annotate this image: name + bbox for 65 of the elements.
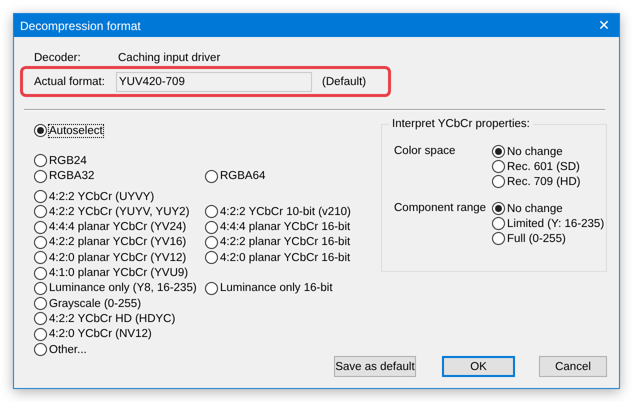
format-option[interactable]: 4:2:2 YCbCr 10-bit (v210) xyxy=(220,206,351,218)
radio-button[interactable] xyxy=(34,282,47,295)
actual-format-label: Actual format: xyxy=(34,76,106,88)
property-option[interactable]: Rec. 709 (HD) xyxy=(507,176,580,188)
radio-button[interactable] xyxy=(492,202,505,215)
format-option[interactable]: Luminance only (Y8, 16-235) xyxy=(49,282,197,294)
radio-button[interactable] xyxy=(205,251,218,264)
radio-button[interactable] xyxy=(492,160,505,173)
radio-button[interactable] xyxy=(34,312,47,326)
group-title: Interpret YCbCr properties: xyxy=(391,118,531,130)
format-option[interactable]: 4:2:2 YCbCr HD (HDYC) xyxy=(49,312,176,325)
decoder-value: Caching input driver xyxy=(118,52,220,64)
format-option[interactable]: RGBA64 xyxy=(220,170,266,182)
property-option[interactable]: Rec. 601 (SD) xyxy=(507,160,580,172)
radio-button[interactable] xyxy=(34,266,47,280)
dialog-button[interactable]: Save as default xyxy=(334,356,416,377)
property-label: Color space xyxy=(394,144,456,159)
format-option[interactable]: 4:4:4 planar YCbCr (YV24) xyxy=(49,221,186,234)
actual-format-field[interactable]: YUV420-709 xyxy=(116,72,312,92)
dialog-button[interactable]: OK xyxy=(442,356,515,377)
format-option[interactable]: 4:2:2 YCbCr (YUYV, YUY2) xyxy=(49,206,190,218)
format-option[interactable]: 4:2:0 planar YCbCr 16-bit xyxy=(220,252,350,264)
radio-button[interactable] xyxy=(34,251,47,264)
format-option[interactable]: 4:1:0 planar YCbCr (YVU9) xyxy=(49,267,188,280)
close-button[interactable]: ✕ xyxy=(589,14,619,37)
format-option[interactable]: Luminance only 16-bit xyxy=(220,282,333,294)
radio-button[interactable] xyxy=(34,328,47,341)
format-option[interactable]: 4:2:2 planar YCbCr 16-bit xyxy=(220,236,350,248)
format-option[interactable]: Grayscale (0-255) xyxy=(49,298,142,310)
dialog-button[interactable]: Cancel xyxy=(539,356,607,377)
radio-button[interactable] xyxy=(205,170,218,183)
format-option[interactable]: 4:2:2 YCbCr (UYVY) xyxy=(49,190,154,203)
radio-button[interactable] xyxy=(205,205,218,218)
radio-button[interactable] xyxy=(34,236,47,249)
radio-button[interactable] xyxy=(205,220,218,234)
format-option[interactable]: Other... xyxy=(49,344,87,356)
property-option[interactable]: Limited (Y: 16-235) xyxy=(507,218,604,230)
default-note: (Default) xyxy=(322,76,366,88)
radio-button[interactable] xyxy=(492,175,505,188)
property-option[interactable]: No change xyxy=(507,146,563,158)
property-option[interactable]: No change xyxy=(507,202,563,214)
radio-button[interactable] xyxy=(492,217,505,230)
format-option[interactable]: 4:2:0 YCbCr (NV12) xyxy=(49,328,152,340)
format-option[interactable]: Autoselect xyxy=(49,124,103,137)
radio-button[interactable] xyxy=(492,232,505,245)
format-option[interactable]: 4:2:0 planar YCbCr (YV12) xyxy=(49,252,186,264)
format-option[interactable]: 4:2:2 planar YCbCr (YV16) xyxy=(49,236,186,248)
radio-button[interactable] xyxy=(34,343,47,356)
window-title: Decompression format xyxy=(19,18,141,32)
property-option[interactable]: Full (0-255) xyxy=(507,232,566,244)
radio-button[interactable] xyxy=(34,124,47,138)
decoder-label: Decoder: xyxy=(34,52,82,64)
radio-button[interactable] xyxy=(34,297,47,310)
radio-button[interactable] xyxy=(34,205,47,218)
format-option[interactable]: RGBA32 xyxy=(49,170,94,182)
radio-button[interactable] xyxy=(34,220,47,234)
format-option[interactable]: 4:4:4 planar YCbCr 16-bit xyxy=(220,221,350,234)
radio-button[interactable] xyxy=(205,282,218,295)
radio-button[interactable] xyxy=(492,145,505,158)
radio-button[interactable] xyxy=(205,236,218,249)
format-option[interactable]: RGB24 xyxy=(49,154,87,167)
radio-button[interactable] xyxy=(34,190,47,204)
radio-button[interactable] xyxy=(34,154,47,168)
property-label: Component range xyxy=(394,201,488,216)
radio-button[interactable] xyxy=(34,170,47,183)
